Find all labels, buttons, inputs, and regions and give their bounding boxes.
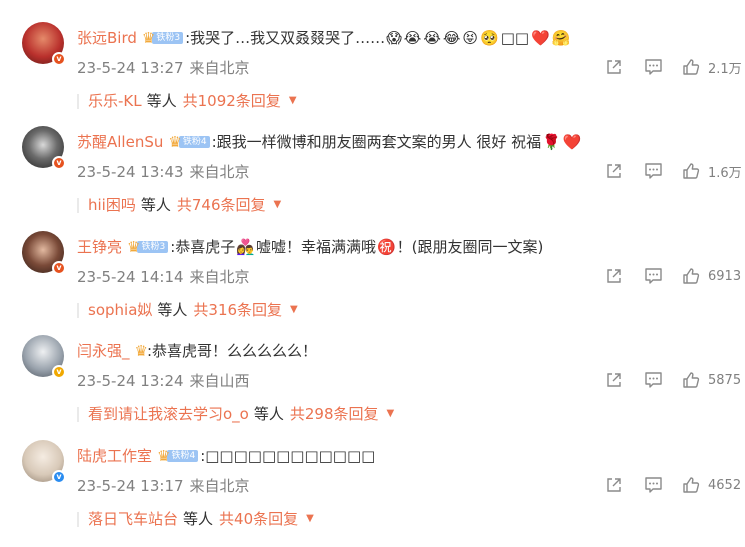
comment-text: :恭喜虎哥！么么么么么！ (146, 342, 318, 360)
comment-time: 23-5-24 13:43 (77, 163, 184, 181)
reply-suffix: 等人 (183, 510, 214, 528)
missing-glyph: □□ (500, 29, 530, 47)
share-icon[interactable] (604, 370, 624, 390)
username[interactable]: 张远Bird (77, 27, 137, 49)
laughing-emoji-icon: 😂 (442, 29, 461, 47)
couple-emoji-icon: 👩‍❤️‍👨 (236, 238, 255, 256)
like-count: 1.6万 (708, 165, 742, 181)
comment-text: :恭喜虎子 (170, 238, 236, 256)
comment-location: 来自北京 (189, 477, 250, 495)
reply-divider (77, 511, 79, 527)
crown-heart-icon: ♛ (157, 447, 171, 465)
like-count: 2.1万 (708, 61, 742, 77)
crying-emoji-icon: 😭 (403, 29, 422, 47)
caret-down-icon[interactable]: ▼ (306, 508, 314, 530)
rose-emoji-icon: 🌹 (542, 133, 561, 151)
heart-emoji-icon: ❤️ (531, 29, 550, 47)
comment-location: 来自北京 (189, 163, 250, 181)
comment-icon[interactable] (643, 266, 663, 286)
comment-item: v 苏醒AllenSu ♛ 铁粉4 :跟我一样微博和朋友圈两套文案的男人 很好 … (0, 104, 745, 214)
fan-badge[interactable]: ♛ 铁粉4 (168, 133, 210, 151)
username[interactable]: 陆虎工作室 (77, 445, 152, 467)
verified-badge-icon: v (52, 261, 66, 275)
celebrate-emoji-icon: ㊗️ (376, 238, 396, 256)
avatar[interactable]: v (22, 22, 66, 66)
avatar[interactable]: v (22, 231, 66, 275)
crown-heart-icon: ♛ (134, 342, 148, 360)
reply-summary[interactable]: 落日飞车站台 等人 共40条回复 ▼ (77, 508, 314, 530)
comment-list: v 张远Bird ♛ 铁粉3 :我哭了…我又双叒叕哭了…… 😱 😭 😭 😂 😝 … (0, 0, 745, 547)
like-count: 5875 (708, 372, 742, 388)
comment-icon[interactable] (643, 57, 663, 77)
share-icon[interactable] (604, 161, 624, 181)
verified-badge-icon: v (52, 52, 66, 66)
hug-emoji-icon: 🤗 (551, 29, 571, 47)
crying-emoji-icon: 😭 (423, 29, 441, 47)
verified-badge-icon: v (52, 470, 66, 484)
avatar[interactable]: v (22, 335, 66, 379)
comment-time: 23-5-24 13:24 (77, 372, 184, 390)
comment-time: 23-5-24 14:14 (77, 268, 184, 286)
like-icon[interactable] (681, 370, 701, 390)
like-icon[interactable] (681, 266, 701, 286)
fan-badge[interactable]: ♛ 铁粉3 (127, 238, 169, 256)
heart-emoji-icon: ❤️ (562, 133, 582, 151)
fan-badge[interactable]: ♛ (134, 342, 148, 360)
comment-item: v 王铮亮 ♛ 铁粉3 :恭喜虎子 👩‍❤️‍👨 嘘嘘！幸福满满哦 ㊗️ ！(跟… (0, 209, 745, 319)
fan-badge-label: 铁粉3 (137, 241, 169, 253)
tongue-emoji-icon: 😝 (462, 29, 479, 47)
comment-time: 23-5-24 13:17 (77, 477, 184, 495)
fan-badge-label: 铁粉4 (178, 136, 210, 148)
fan-badge[interactable]: ♛ 铁粉3 (141, 29, 184, 47)
comment-location: 来自山西 (189, 372, 250, 390)
username[interactable]: 苏醒AllenSu (77, 131, 163, 153)
fan-badge[interactable]: ♛ 铁粉4 (157, 447, 199, 465)
username[interactable]: 王铮亮 (77, 236, 122, 258)
like-icon[interactable] (681, 475, 701, 495)
scream-emoji-icon: 😱 (386, 29, 402, 47)
comment-icon[interactable] (643, 161, 663, 181)
like-icon[interactable] (681, 57, 701, 77)
pleading-emoji-icon: 🥺 (480, 29, 499, 47)
reply-user[interactable]: 落日飞车站台 (88, 508, 178, 530)
comment-icon[interactable] (643, 475, 663, 495)
fan-badge-label: 铁粉4 (167, 450, 199, 462)
crown-heart-icon: ♛ (168, 133, 182, 151)
crown-heart-icon: ♛ (141, 29, 156, 47)
crown-heart-icon: ♛ (127, 238, 141, 256)
like-count: 6913 (708, 268, 742, 284)
comment-location: 来自北京 (189, 59, 250, 77)
comment-time: 23-5-24 13:27 (77, 59, 184, 77)
comment-text: :我哭了…我又双叒叕哭了…… (185, 29, 386, 47)
comment-text: :□□□□□□□□□□□□ (200, 447, 376, 465)
fan-badge-label: 铁粉3 (152, 32, 184, 44)
verified-badge-icon: v (52, 365, 66, 379)
comment-text: :跟我一样微博和朋友圈两套文案的男人 很好 祝福 (211, 133, 542, 151)
like-count: 4652 (708, 477, 742, 493)
share-icon[interactable] (604, 475, 624, 495)
comment-location: 来自北京 (189, 268, 250, 286)
share-icon[interactable] (604, 57, 624, 77)
avatar[interactable]: v (22, 126, 66, 170)
avatar[interactable]: v (22, 440, 66, 484)
share-icon[interactable] (604, 266, 624, 286)
comment-text: 嘘嘘！幸福满满哦 (255, 238, 376, 256)
username[interactable]: 闫永强_ (77, 340, 130, 362)
verified-badge-icon: v (52, 156, 66, 170)
comment-item: v 张远Bird ♛ 铁粉3 :我哭了…我又双叒叕哭了…… 😱 😭 😭 😂 😝 … (0, 0, 745, 110)
comment-item: v 闫永强_ ♛ :恭喜虎哥！么么么么么！ 23-5-24 13:24 来自山西 … (0, 313, 745, 423)
reply-total[interactable]: 共40条回复 (219, 508, 298, 530)
comment-item: v 陆虎工作室 ♛ 铁粉4 :□□□□□□□□□□□□ 23-5-24 13:1… (0, 418, 745, 528)
like-icon[interactable] (681, 161, 701, 181)
comment-text: ！(跟朋友圈同一文案) (396, 238, 544, 256)
comment-icon[interactable] (643, 370, 663, 390)
